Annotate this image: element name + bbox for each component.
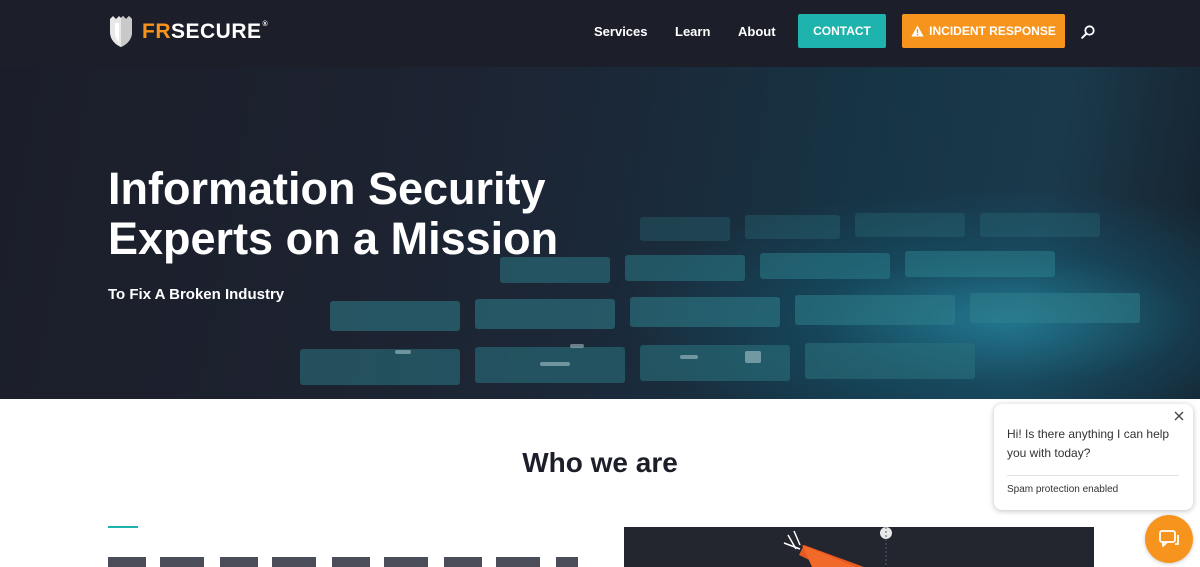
section-heading-cropped	[108, 557, 578, 567]
search-icon	[1081, 25, 1095, 39]
chat-divider	[1007, 475, 1179, 476]
play-graphic-icon	[783, 527, 892, 567]
accent-divider	[108, 526, 138, 528]
spam-protection-notice: Spam protection enabled	[1007, 484, 1119, 495]
hero-banner: Information Security Experts on a Missio…	[0, 67, 1200, 399]
frsecure-logo[interactable]: FRSECURE®	[108, 14, 268, 48]
site-header: FRSECURE® Services Learn About CONTACT I…	[0, 0, 1200, 67]
hero-subtitle: To Fix A Broken Industry	[108, 286, 285, 303]
chat-bubble-icon	[1159, 530, 1179, 547]
search-button[interactable]	[1078, 22, 1098, 42]
chat-launcher-button[interactable]	[1145, 515, 1193, 563]
warning-icon	[911, 25, 924, 37]
incident-response-label: INCIDENT RESPONSE	[929, 24, 1056, 38]
video-thumbnail[interactable]	[624, 527, 1094, 567]
close-icon[interactable]	[1173, 410, 1185, 422]
chat-greeting: Hi! Is there anything I can help you wit…	[1007, 427, 1170, 460]
incident-response-button[interactable]: INCIDENT RESPONSE	[902, 14, 1065, 48]
nav-learn[interactable]: Learn	[675, 23, 710, 41]
shield-logo-icon	[110, 16, 132, 47]
chat-popup: Hi! Is there anything I can help you wit…	[994, 404, 1193, 510]
logo-wordmark: FRSECURE®	[142, 19, 269, 43]
hero-title: Information Security Experts on a Missio…	[108, 163, 559, 264]
contact-button-label: CONTACT	[813, 24, 871, 38]
nav-about[interactable]: About	[738, 23, 776, 41]
nav-services[interactable]: Services	[594, 23, 648, 41]
contact-button[interactable]: CONTACT	[798, 14, 886, 48]
